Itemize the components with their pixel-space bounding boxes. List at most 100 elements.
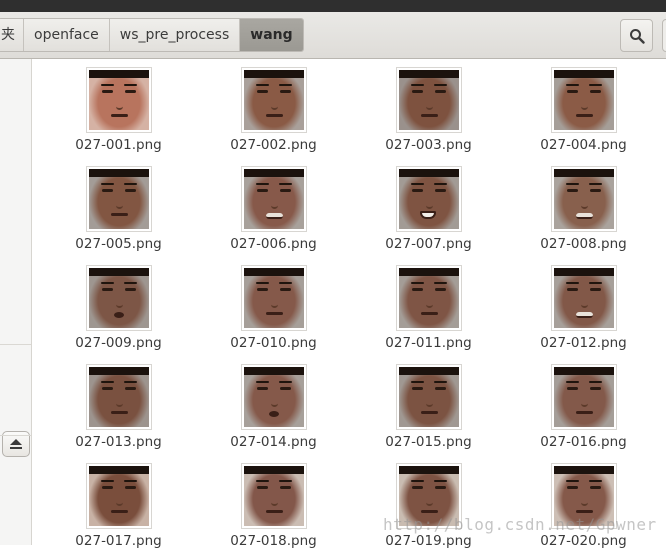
face-brow: [434, 282, 447, 284]
file-name: 027-018.png: [230, 533, 317, 549]
face-brow: [411, 183, 424, 185]
face-hair: [244, 70, 304, 78]
face-brow: [279, 480, 292, 482]
file-name: 027-011.png: [385, 335, 472, 351]
face-nose: [271, 98, 278, 110]
file-name: 027-010.png: [230, 335, 317, 351]
file-grid: 027-001.png 027-002.png 027-003.png 027-004…: [0, 0, 666, 549]
face-brow: [124, 282, 137, 284]
face-hair: [399, 268, 459, 276]
file-item[interactable]: 027-005.png: [53, 166, 183, 258]
face-hair: [399, 169, 459, 177]
face-hair: [89, 268, 149, 276]
face-brow: [589, 84, 602, 86]
watermark: http://blog.csdn.net/Gpwner: [383, 515, 657, 534]
face-image: [399, 70, 459, 130]
face-eye: [125, 288, 136, 291]
file-item[interactable]: 027-019.png: [363, 463, 493, 555]
face-mouth: [576, 411, 593, 414]
face-nose: [426, 296, 433, 308]
face-brow: [566, 480, 579, 482]
file-item[interactable]: 027-012.png: [518, 265, 648, 357]
face-image: [244, 367, 304, 427]
face-image: [244, 268, 304, 328]
file-item[interactable]: 027-002.png: [208, 67, 338, 159]
face-brow: [411, 480, 424, 482]
file-item[interactable]: 027-020.png: [518, 463, 648, 555]
file-thumbnail: [86, 463, 152, 529]
face-eye: [435, 90, 446, 93]
file-thumbnail: [551, 166, 617, 232]
file-name: 027-006.png: [230, 236, 317, 252]
file-item[interactable]: 027-018.png: [208, 463, 338, 555]
face-image: [89, 268, 149, 328]
file-item[interactable]: 027-009.png: [53, 265, 183, 357]
face-hair: [554, 70, 614, 78]
file-item[interactable]: 027-013.png: [53, 364, 183, 456]
face-hair: [554, 169, 614, 177]
face-mouth: [266, 213, 283, 219]
face-brow: [124, 381, 137, 383]
face-image: [554, 169, 614, 229]
face-hair: [244, 367, 304, 375]
file-item[interactable]: 027-011.png: [363, 265, 493, 357]
file-item[interactable]: 027-008.png: [518, 166, 648, 258]
file-thumbnail: [551, 364, 617, 430]
face-mouth: [266, 510, 283, 513]
file-item[interactable]: 027-014.png: [208, 364, 338, 456]
file-item[interactable]: 027-004.png: [518, 67, 648, 159]
file-item[interactable]: 027-006.png: [208, 166, 338, 258]
face-mouth: [111, 411, 128, 414]
face-image: [399, 367, 459, 427]
face-brow: [434, 183, 447, 185]
face-nose: [116, 494, 123, 506]
file-thumbnail: [86, 364, 152, 430]
file-item[interactable]: 027-007.png: [363, 166, 493, 258]
face-nose: [426, 494, 433, 506]
file-thumbnail: [396, 265, 462, 331]
face-hair: [554, 367, 614, 375]
face-brow: [101, 183, 114, 185]
face-brow: [256, 84, 269, 86]
file-thumbnail: [241, 364, 307, 430]
face-mouth: [421, 312, 438, 315]
face-brow: [279, 282, 292, 284]
file-name: 027-003.png: [385, 137, 472, 153]
face-brow: [434, 381, 447, 383]
file-item[interactable]: 027-017.png: [53, 463, 183, 555]
face-hair: [89, 367, 149, 375]
face-nose: [426, 98, 433, 110]
file-item[interactable]: 027-015.png: [363, 364, 493, 456]
face-brow: [124, 84, 137, 86]
face-brow: [434, 84, 447, 86]
face-hair: [554, 466, 614, 474]
file-item[interactable]: 027-016.png: [518, 364, 648, 456]
face-hair: [89, 70, 149, 78]
file-thumbnail: [241, 67, 307, 133]
face-hair: [399, 367, 459, 375]
file-name: 027-001.png: [75, 137, 162, 153]
file-thumbnail: [551, 265, 617, 331]
face-brow: [124, 480, 137, 482]
face-eye: [257, 387, 268, 390]
file-name: 027-020.png: [540, 533, 627, 549]
face-eye: [102, 486, 113, 489]
face-mouth: [111, 510, 128, 513]
face-mouth: [576, 510, 593, 513]
face-brow: [101, 282, 114, 284]
face-brow: [566, 84, 579, 86]
face-eye: [257, 288, 268, 291]
file-item[interactable]: 027-001.png: [53, 67, 183, 159]
file-item[interactable]: 027-010.png: [208, 265, 338, 357]
file-item[interactable]: 027-003.png: [363, 67, 493, 159]
face-mouth: [421, 510, 438, 513]
face-eye: [280, 189, 291, 192]
face-image: [89, 169, 149, 229]
face-mouth: [269, 411, 279, 417]
face-brow: [256, 183, 269, 185]
face-eye: [435, 387, 446, 390]
face-eye: [257, 189, 268, 192]
face-eye: [567, 288, 578, 291]
file-name: 027-012.png: [540, 335, 627, 351]
face-nose: [271, 296, 278, 308]
